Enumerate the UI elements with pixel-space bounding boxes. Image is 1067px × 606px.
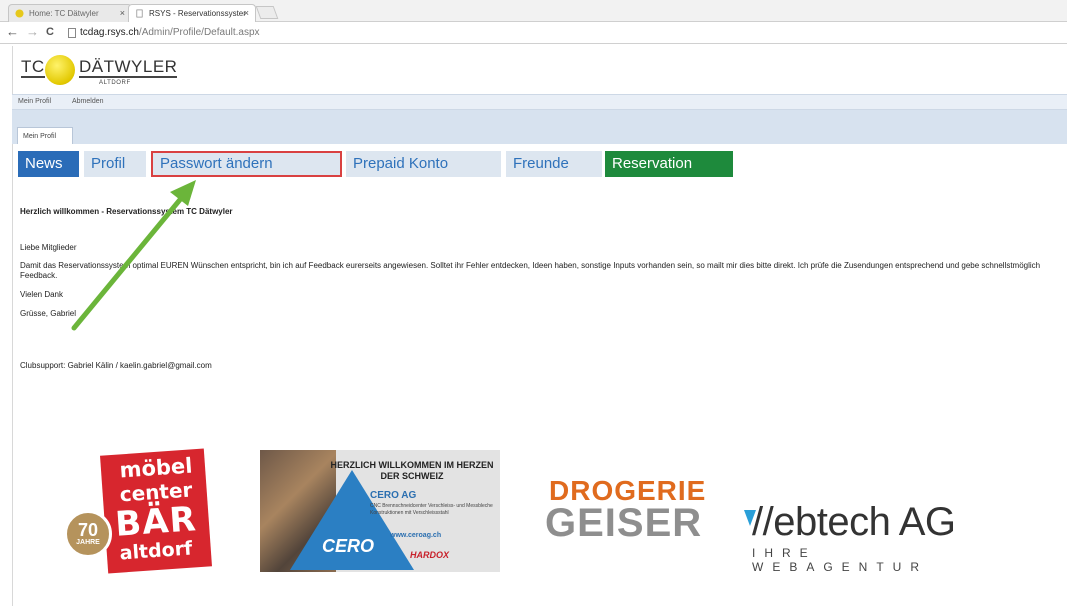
- logo-text-right: DÄTWYLER: [79, 57, 178, 78]
- badge-label: JAHRE: [76, 539, 100, 546]
- close-icon[interactable]: ×: [244, 8, 249, 18]
- subtab-band: [12, 110, 1067, 144]
- tab-passwort-aendern[interactable]: Passwort ändern: [151, 151, 342, 177]
- sponsor-moebel-center-baer[interactable]: möbel center BÄR altdorf 70 JAHRE: [64, 448, 214, 574]
- browser-tab-home[interactable]: Home: TC Dätwyler ×: [8, 4, 132, 22]
- browser-tab-rsys[interactable]: RSYS - Reservationssyster ×: [128, 4, 256, 22]
- tennis-ball-icon: [45, 55, 75, 85]
- sponsor-brand: HARDOX: [410, 550, 450, 560]
- regards-text: Grüsse, Gabriel: [20, 309, 77, 318]
- tab-freunde[interactable]: Freunde: [506, 151, 602, 177]
- subtab-mein-profil[interactable]: Mein Profil: [17, 127, 73, 144]
- browser-tabstrip: Home: TC Dätwyler × RSYS - Reservationss…: [0, 0, 1067, 22]
- sponsor-webtech-ag[interactable]: //ebtech AG IHRE WEBAGENTUR: [738, 500, 998, 574]
- browser-tab-label: RSYS - Reservationssyster: [149, 9, 246, 18]
- sponsor-url: www.ceroag.ch: [390, 532, 442, 539]
- logo-text-left: TC: [21, 57, 45, 78]
- sponsor-description: CNC Brennschneidcenter Verschleiss- und …: [370, 503, 493, 516]
- welcome-heading: Herzlich willkommen - Reservationssystem…: [20, 207, 233, 216]
- logo-subtitle: ALTDORF: [99, 80, 131, 86]
- top-menu: Mein Profil Abmelden: [12, 94, 1067, 110]
- new-tab-button[interactable]: [255, 6, 279, 19]
- sponsor-cero-ag[interactable]: HERZLICH WILLKOMMEN IM HERZEN DER SCHWEI…: [260, 450, 500, 572]
- tennis-ball-icon: [15, 9, 24, 18]
- page-icon: [136, 9, 143, 18]
- close-icon[interactable]: ×: [120, 8, 125, 18]
- tab-prepaid-konto[interactable]: Prepaid Konto: [346, 151, 501, 177]
- reload-icon[interactable]: C: [46, 24, 54, 40]
- sponsor-headline: HERZLICH WILLKOMMEN IM HERZEN DER SCHWEI…: [330, 460, 494, 481]
- menu-item-abmelden[interactable]: Abmelden: [72, 98, 104, 105]
- sponsor-tagline: IHRE WEBAGENTUR: [752, 546, 929, 574]
- url-path: /Admin/Profile/Default.aspx: [138, 27, 260, 38]
- sponsor-name: CERO AG: [370, 490, 417, 501]
- url-host: tcdag.rsys.ch: [80, 27, 139, 38]
- back-arrow-icon[interactable]: ←: [6, 24, 19, 40]
- clubsupport-text: Clubsupport: Gabriel Kälin / kaelin.gabr…: [20, 361, 212, 370]
- page-icon: [68, 28, 76, 38]
- anniversary-badge: 70 JAHRE: [64, 510, 112, 558]
- address-bar[interactable]: tcdag.rsys.ch/Admin/Profile/Default.aspx: [66, 25, 1062, 41]
- browser-tab-label: Home: TC Dätwyler: [29, 9, 99, 18]
- greeting-text: Liebe Mitglieder: [20, 243, 77, 252]
- site-logo[interactable]: TC DÄTWYLER ALTDORF: [21, 55, 181, 88]
- browser-toolbar: ← → C tcdag.rsys.ch/Admin/Profile/Defaul…: [0, 22, 1067, 44]
- sponsor-logo-text: //ebtech AG: [752, 500, 956, 544]
- tab-profil[interactable]: Profil: [84, 151, 146, 177]
- thanks-text: Vielen Dank: [20, 290, 63, 299]
- tab-news[interactable]: News: [18, 151, 79, 177]
- sponsor-logo-text: CERO: [322, 536, 375, 556]
- site-header: TC DÄTWYLER ALTDORF: [12, 46, 1067, 94]
- sponsor-logo-line: GEISER: [545, 501, 703, 545]
- forward-arrow-icon[interactable]: →: [26, 24, 39, 40]
- feedback-paragraph: Damit das Reservationssystem optimal EUR…: [20, 261, 1041, 280]
- sponsor-drogerie-geiser[interactable]: DROGERIE GEISER: [545, 476, 735, 546]
- tab-reservation[interactable]: Reservation: [605, 151, 733, 177]
- menu-item-mein-profil[interactable]: Mein Profil: [18, 98, 51, 105]
